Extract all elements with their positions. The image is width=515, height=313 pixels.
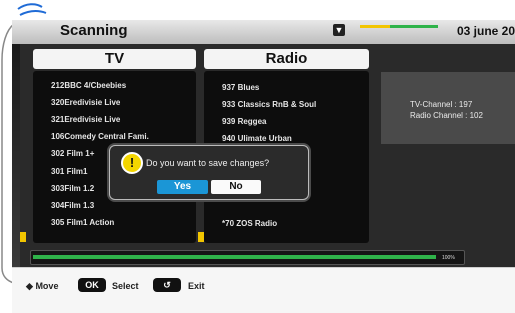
exit-label: Exit bbox=[188, 281, 205, 291]
list-item[interactable]: 321Eredivisie Live bbox=[51, 115, 120, 124]
select-label: Select bbox=[112, 281, 139, 291]
list-item[interactable]: 937 Blues bbox=[222, 83, 259, 92]
progress-label: 100% bbox=[442, 255, 455, 261]
tab-radio[interactable]: Radio bbox=[204, 49, 369, 69]
ok-key[interactable]: OK bbox=[78, 278, 106, 292]
list-item[interactable]: 303Film 1.2 bbox=[51, 184, 94, 193]
page-title: Scanning bbox=[60, 22, 128, 39]
radio-channel-count: Radio Channel : 102 bbox=[410, 111, 483, 120]
exit-key-icon[interactable]: ↺ bbox=[153, 278, 181, 292]
signal-level-low bbox=[360, 25, 390, 28]
scan-progress-bar bbox=[30, 250, 465, 265]
left-edge-bar bbox=[12, 44, 20, 267]
radio-scroll-indicator bbox=[198, 232, 204, 242]
warning-icon: ! bbox=[121, 152, 143, 174]
list-item[interactable]: 212BBC 4/Cbeebies bbox=[51, 81, 126, 90]
list-item[interactable]: 304Film 1.3 bbox=[51, 201, 94, 210]
dialog-message: Do you want to save changes? bbox=[146, 158, 270, 168]
signal-strength-icon: ▼ bbox=[333, 24, 345, 36]
yes-button[interactable]: Yes bbox=[157, 180, 208, 194]
tv-scroll-indicator bbox=[20, 232, 26, 242]
arrows-icon: ◆ bbox=[26, 281, 33, 291]
tv-channel-count: TV-Channel : 197 bbox=[410, 100, 473, 109]
move-hint: ◆ Move bbox=[26, 281, 58, 292]
list-item[interactable]: 301 Film1 bbox=[51, 167, 87, 176]
list-item[interactable]: *70 ZOS Radio bbox=[222, 219, 277, 228]
no-button[interactable]: No bbox=[211, 180, 261, 194]
list-item[interactable]: 106Comedy Central Fami. bbox=[51, 132, 149, 141]
list-item[interactable]: 302 Film 1+ bbox=[51, 149, 94, 158]
date-label: 03 june 200 bbox=[457, 24, 515, 38]
list-item[interactable]: 933 Classics RnB & Soul bbox=[222, 100, 316, 109]
list-item[interactable]: 305 Film1 Action bbox=[51, 218, 114, 227]
save-changes-dialog bbox=[109, 145, 309, 200]
progress-fill bbox=[33, 255, 436, 259]
move-label: Move bbox=[35, 281, 59, 291]
list-item[interactable]: 940 Ulimate Urban bbox=[222, 134, 292, 143]
tab-tv[interactable]: TV bbox=[33, 49, 196, 69]
list-item[interactable]: 320Eredivisie Live bbox=[51, 98, 120, 107]
list-item[interactable]: 939 Reggea bbox=[222, 117, 266, 126]
signal-level-high bbox=[390, 25, 438, 28]
